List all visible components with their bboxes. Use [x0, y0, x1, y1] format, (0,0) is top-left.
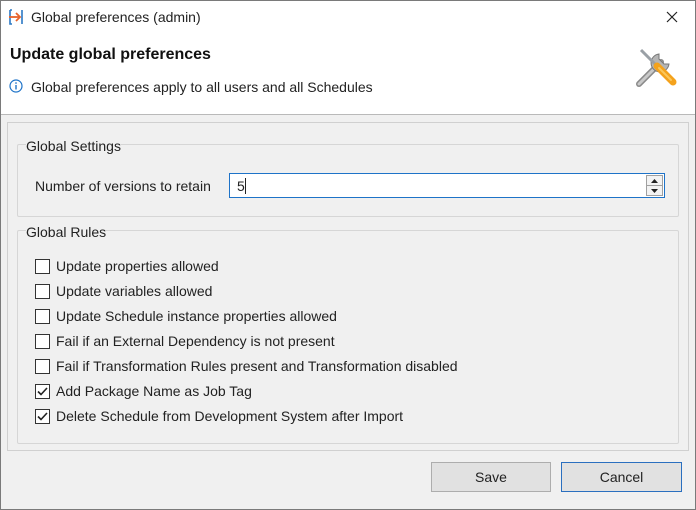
checkbox[interactable]: [35, 408, 50, 424]
rule-label: Update properties allowed: [56, 258, 219, 274]
rule-update-variables[interactable]: Update variables allowed: [35, 282, 212, 300]
wrench-screwdriver-icon: [631, 42, 681, 92]
rule-update-properties[interactable]: Update properties allowed: [35, 257, 219, 275]
window-title: Global preferences (admin): [31, 9, 201, 25]
rule-label: Update variables allowed: [56, 283, 213, 299]
rule-add-package-name-tag[interactable]: Add Package Name as Job Tag: [35, 382, 252, 400]
rule-label: Delete Schedule from Development System …: [56, 408, 404, 424]
rule-label: Update Schedule instance properties allo…: [56, 308, 337, 324]
dialog-header: Update global preferences Global prefere…: [1, 34, 695, 115]
header-title: Update global preferences: [10, 46, 211, 63]
rule-delete-schedule-after-import[interactable]: Delete Schedule from Development System …: [35, 407, 403, 425]
rule-update-instance-properties[interactable]: Update Schedule instance properties allo…: [35, 307, 337, 325]
save-button[interactable]: Save: [431, 462, 551, 492]
close-button[interactable]: [657, 5, 687, 29]
spinner-buttons: [646, 175, 663, 196]
global-settings-label: Global Settings: [26, 138, 121, 154]
versions-label: Number of versions to retain: [35, 178, 211, 194]
checkbox[interactable]: [35, 283, 50, 299]
checkbox[interactable]: [35, 308, 50, 324]
rule-label: Add Package Name as Job Tag: [56, 383, 252, 399]
checkmark-icon: [37, 386, 48, 396]
spinner-up-button[interactable]: [646, 175, 663, 186]
arrow-down-icon: [651, 188, 658, 193]
import-arrow-icon: [7, 8, 25, 26]
header-message: Global preferences apply to all users an…: [31, 79, 373, 95]
cancel-button[interactable]: Cancel: [561, 462, 682, 492]
rule-fail-transformation-rules[interactable]: Fail if Transformation Rules present and…: [35, 357, 458, 375]
rule-fail-external-dependency[interactable]: Fail if an External Dependency is not pr…: [35, 332, 335, 350]
close-icon: [666, 11, 678, 23]
rule-label: Fail if an External Dependency is not pr…: [56, 333, 335, 349]
checkbox[interactable]: [35, 258, 50, 274]
global-rules-label: Global Rules: [26, 224, 107, 240]
preferences-panel: Global Settings Number of versions to re…: [7, 122, 689, 451]
title-bar[interactable]: Global preferences (admin): [1, 1, 695, 34]
checkbox[interactable]: [35, 333, 50, 349]
spinner-down-button[interactable]: [646, 186, 663, 196]
checkbox[interactable]: [35, 358, 50, 374]
dialog-window: Global preferences (admin) Update global…: [0, 0, 696, 510]
arrow-up-icon: [651, 178, 658, 183]
checkbox[interactable]: [35, 383, 50, 399]
rule-label: Fail if Transformation Rules present and…: [56, 358, 458, 374]
versions-value[interactable]: 5: [237, 178, 245, 194]
info-circle-icon: [9, 79, 23, 93]
versions-spinner[interactable]: 5: [229, 173, 665, 198]
text-caret: [245, 178, 246, 194]
global-settings-group: Global Settings Number of versions to re…: [17, 138, 679, 217]
global-rules-group: Global Rules Update properties allowed U…: [17, 224, 679, 444]
checkmark-icon: [37, 411, 48, 421]
